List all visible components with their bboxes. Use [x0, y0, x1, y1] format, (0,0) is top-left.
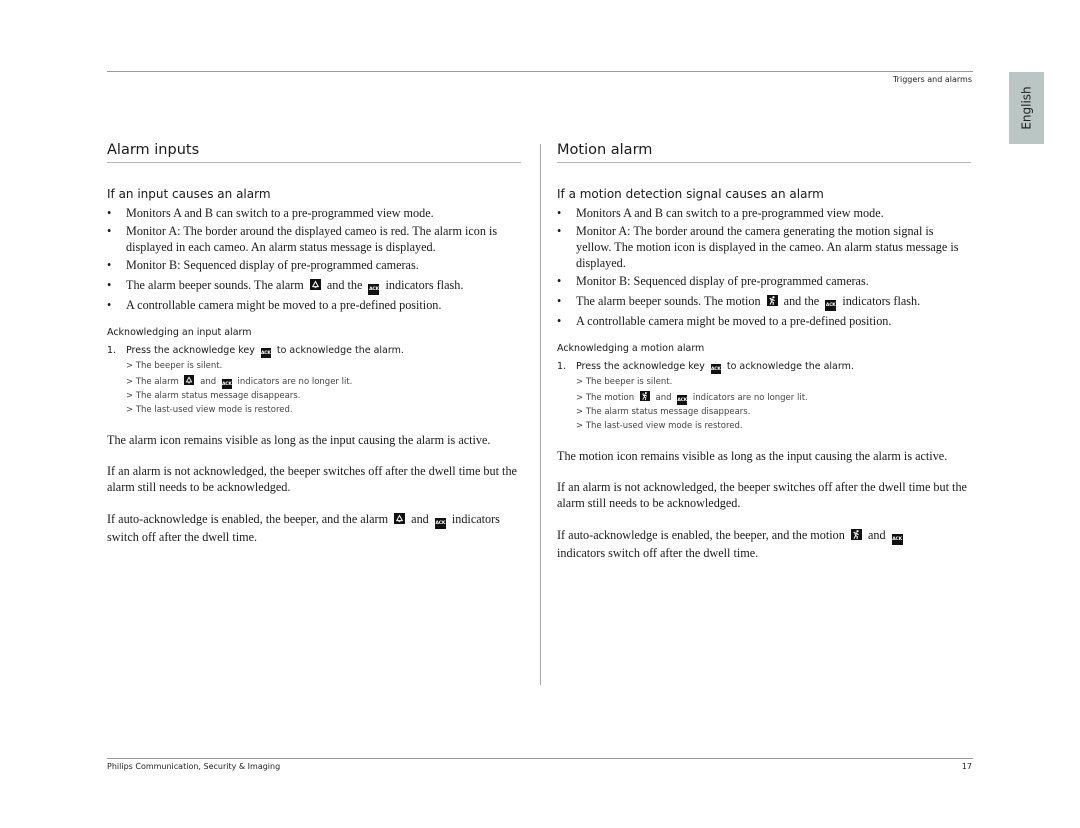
motion-alarm-section: Motion alarm If a motion detection signa… [557, 140, 971, 561]
bullet-list: • Monitors A and B can switch to a pre-pr… [557, 205, 971, 329]
procedure-heading: Acknowledging an input alarm [107, 327, 252, 338]
paragraph: If auto-acknowledge is enabled, the beep… [107, 512, 500, 544]
result-line: > The alarm and ACK indicators are no lo… [126, 375, 353, 389]
ack-icon: ACK [221, 379, 232, 389]
column-divider [540, 144, 541, 685]
list-item: • Monitor B: Sequenced display of pre-pro… [107, 258, 419, 272]
footer-rule [107, 758, 973, 759]
step-results: > The beeper is silent. > The alarm and … [126, 359, 521, 417]
ack-icon: ACK [434, 518, 446, 529]
bullet-list: • Monitors A and B can switch to a pre-pr… [107, 205, 521, 313]
paragraph: The alarm icon remains visible as long a… [107, 433, 491, 447]
result-line: > The alarm status message disappears. [576, 407, 751, 417]
procedure-step: 1. Press the acknowledge key ACK to ackno… [557, 361, 854, 374]
list-item: • Monitor B: Sequenced display of pre-pro… [557, 274, 869, 288]
alarm-bell-icon [394, 513, 406, 524]
ack-icon: ACK [891, 534, 903, 545]
section-title: Motion alarm [557, 140, 971, 163]
list-item: • Monitors A and B can switch to a pre-pr… [107, 206, 434, 220]
header-rule [107, 71, 973, 72]
paragraph: If an alarm is not acknowledged, the bee… [107, 464, 517, 494]
subsection-title: If a motion detection signal causes an a… [557, 187, 824, 201]
result-line: > The last-used view mode is restored. [126, 405, 293, 415]
language-tab-label: English [1019, 86, 1034, 130]
list-item: • The alarm beeper sounds. The motion and… [557, 293, 971, 311]
paragraph: The motion icon remains visible as long … [557, 449, 948, 463]
step-results: > The beeper is silent. > The motion and… [576, 375, 971, 433]
ack-icon: ACK [710, 364, 721, 374]
ack-icon: ACK [825, 300, 837, 311]
list-item: • Monitors A and B can switch to a pre-pr… [557, 206, 884, 220]
alarm-bell-icon [184, 375, 195, 385]
motion-person-icon [639, 391, 650, 401]
result-line: > The beeper is silent. [126, 361, 223, 371]
section-label: Triggers and alarms [892, 75, 972, 84]
list-item: • The alarm beeper sounds. The alarm and … [107, 277, 521, 295]
ack-icon: ACK [368, 284, 380, 295]
list-item: • A controllable camera might be moved to… [107, 298, 442, 312]
paragraph: If an alarm is not acknowledged, the bee… [557, 480, 967, 510]
result-line: > The alarm status message disappears. [126, 391, 301, 401]
result-line: > The last-used view mode is restored. [576, 421, 743, 431]
result-line: > The motion and ACK indicators are no l… [576, 391, 808, 405]
motion-person-icon [766, 295, 778, 306]
footer-company: Philips Communication, Security & Imagin… [107, 762, 281, 771]
section-title: Alarm inputs [107, 140, 521, 163]
result-line: > The beeper is silent. [576, 377, 673, 387]
language-tab[interactable]: English [1009, 72, 1044, 144]
alarm-bell-icon [309, 279, 321, 290]
alarm-inputs-section: Alarm inputs If an input causes an alarm… [107, 140, 521, 545]
procedure-step: 1. Press the acknowledge key ACK to ackno… [107, 345, 404, 358]
ack-icon: ACK [260, 348, 271, 358]
ack-icon: ACK [677, 395, 687, 405]
page-number: 17 [961, 762, 972, 771]
procedure-heading: Acknowledging a motion alarm [557, 343, 705, 354]
list-item: • Monitor A: The border around the camera… [557, 224, 959, 270]
subsection-title: If an input causes an alarm [107, 187, 271, 201]
list-item: • A controllable camera might be moved to… [557, 314, 892, 328]
paragraph: If auto-acknowledge is enabled, the beep… [557, 528, 903, 560]
motion-person-icon [850, 529, 862, 540]
list-item: • Monitor A: The border around the displa… [107, 224, 498, 254]
